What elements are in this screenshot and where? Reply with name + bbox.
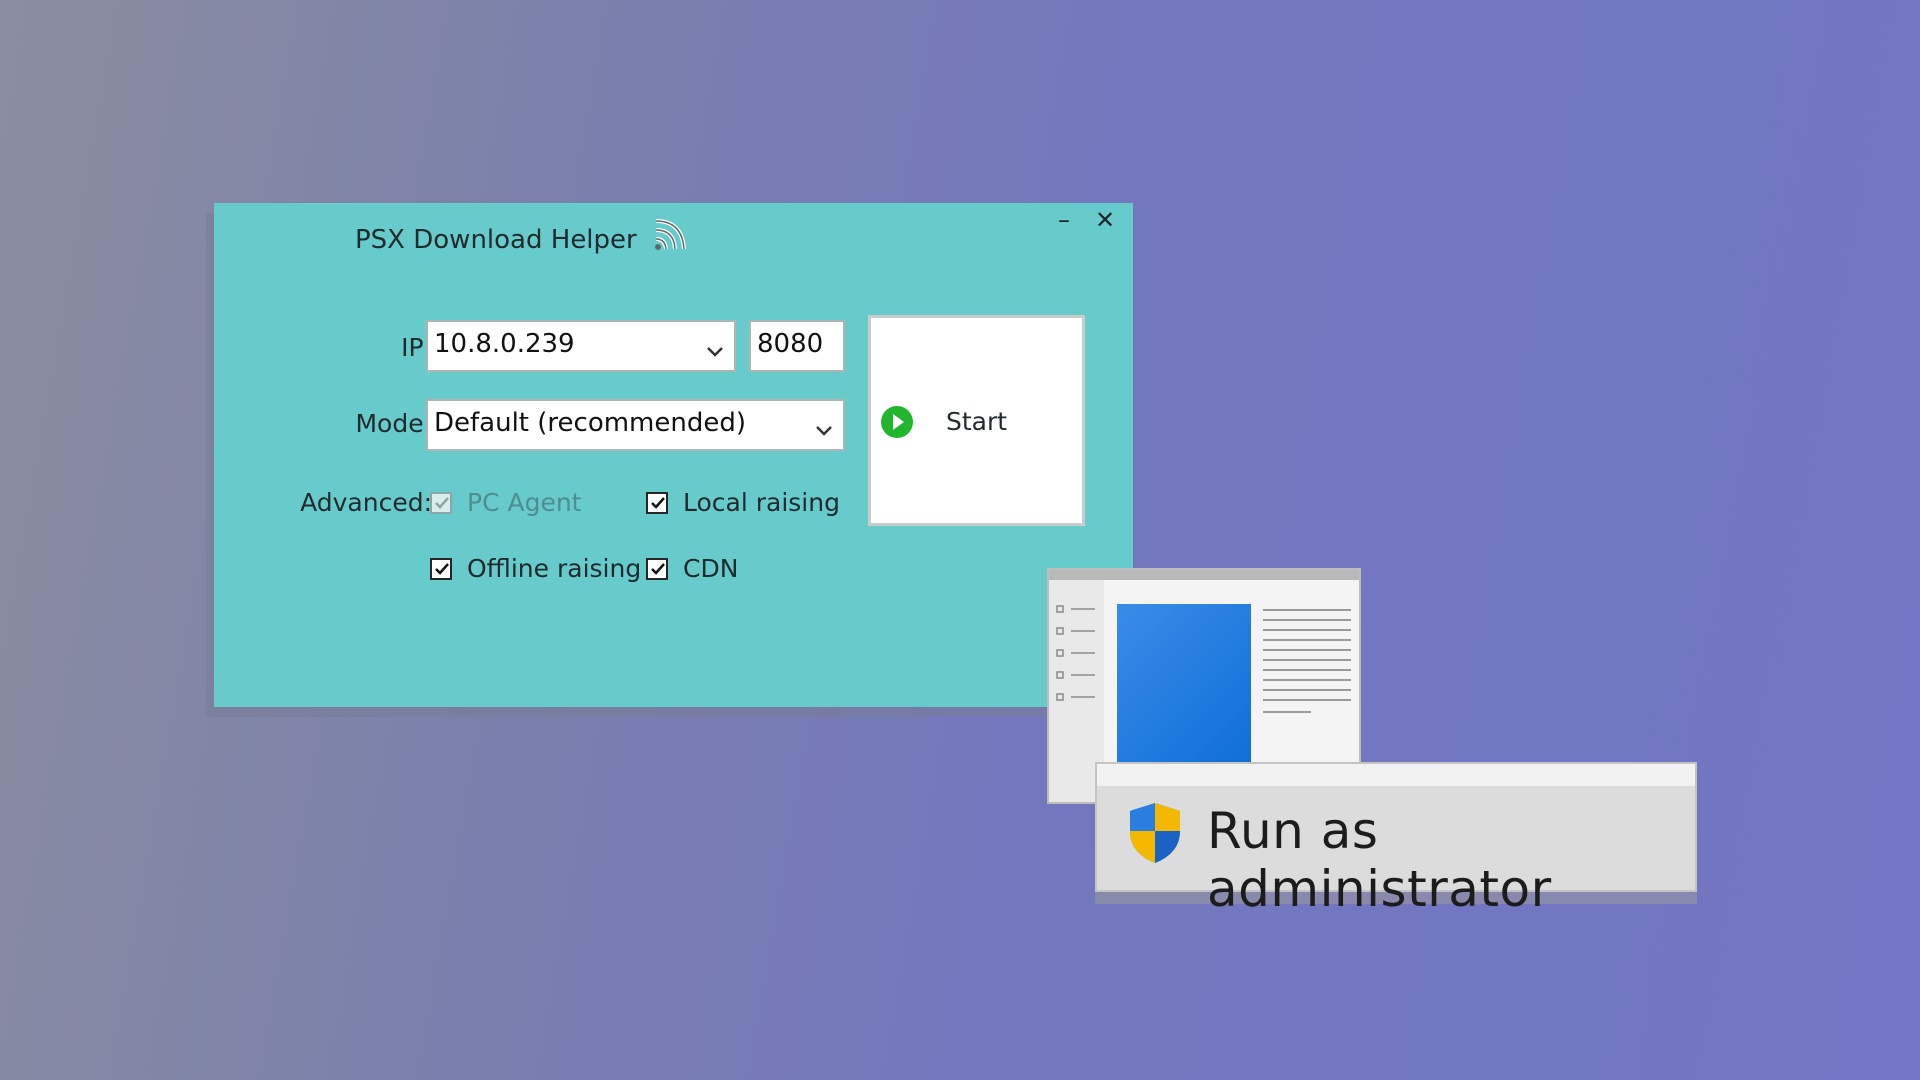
port-input[interactable]: 8080: [749, 320, 845, 372]
mode-label: Mode:: [355, 409, 432, 438]
check-icon: [651, 562, 665, 575]
offline-raising-label: Offline raising: [467, 554, 642, 583]
minimize-button[interactable]: –: [1047, 207, 1081, 233]
mini-titlebar: [1049, 570, 1359, 580]
rss-icon: [650, 215, 690, 255]
ip-label: IP:: [401, 333, 432, 362]
uac-shield-icon: [1126, 801, 1184, 865]
checkbox-local-raising[interactable]: [646, 491, 668, 514]
start-label: Start: [946, 407, 1008, 436]
chevron-down-icon: [813, 411, 835, 436]
check-icon: [651, 496, 665, 509]
chevron-down-icon: [704, 332, 726, 357]
close-button[interactable]: ✕: [1088, 207, 1122, 233]
local-raising-label: Local raising: [683, 488, 840, 517]
mode-value: Default (recommended): [434, 408, 746, 438]
mini-text-lines: [1263, 609, 1351, 713]
ip-value: 10.8.0.239: [434, 329, 575, 359]
check-icon: [435, 562, 449, 575]
start-button[interactable]: Start: [868, 315, 1085, 526]
option-offline-raising[interactable]: Offline raising: [430, 554, 641, 583]
option-pc-agent[interactable]: PC Agent: [430, 488, 581, 517]
checkbox-offline-raising[interactable]: [430, 557, 452, 580]
advanced-label: Advanced:: [300, 488, 432, 517]
checkbox-cdn[interactable]: [646, 557, 668, 580]
check-icon: [435, 496, 449, 509]
option-cdn[interactable]: CDN: [646, 554, 738, 583]
mode-dropdown[interactable]: Default (recommended): [426, 399, 845, 451]
window-title: PSX Download Helper: [355, 225, 637, 255]
port-value: 8080: [757, 329, 824, 359]
checkbox-pc-agent[interactable]: [430, 491, 452, 514]
app-window: PSX Download Helper – ✕ IP: 10.8.0.239 8…: [214, 203, 1133, 707]
run-as-administrator-label: Run as administrator: [1207, 802, 1552, 918]
run-as-administrator-button[interactable]: Run as administrator: [1095, 762, 1697, 918]
cdn-label: CDN: [683, 554, 739, 583]
pc-agent-label: PC Agent: [467, 488, 582, 517]
ip-dropdown[interactable]: 10.8.0.239: [426, 320, 736, 372]
play-icon: [880, 405, 914, 439]
option-local-raising[interactable]: Local raising: [646, 488, 840, 517]
